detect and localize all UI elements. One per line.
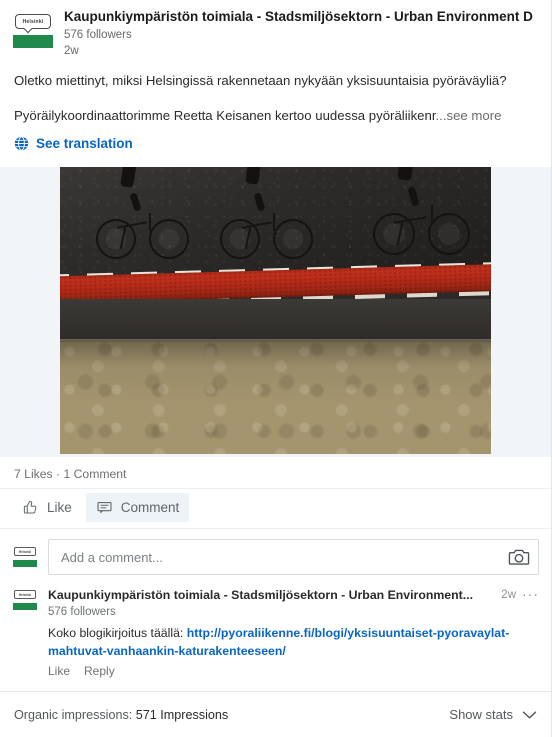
add-comment-row: Helsinki Add a comment... — [0, 529, 551, 585]
comment-text-prefix: Koko blogikirjoitus täällä: — [48, 626, 187, 640]
comment-item: Helsinki Kaupunkiympäristön toimiala - S… — [0, 585, 551, 686]
see-more-link[interactable]: ...see more — [436, 108, 502, 123]
globe-icon — [14, 136, 29, 151]
camera-icon[interactable] — [508, 547, 530, 567]
comment-input-wrapper[interactable]: Add a comment... — [48, 539, 539, 575]
comment-author-followers: 576 followers — [48, 606, 116, 618]
post-paragraph-1: Oletko miettinyt, miksi Helsingissä rake… — [14, 73, 507, 88]
cyclist-figure — [370, 167, 491, 454]
stats-footer: Organic impressions: 571 Impressions Sho… — [0, 691, 551, 737]
comment-like-button[interactable]: Like — [48, 664, 70, 678]
post-image-container — [0, 167, 551, 457]
linkedin-post-card: Helsinki Kaupunkiympäristön toimiala - S… — [0, 0, 552, 737]
post-body: Oletko miettinyt, miksi Helsingissä rake… — [0, 63, 551, 153]
show-stats-button[interactable]: Show stats — [449, 707, 537, 722]
logo-text: Helsinki — [22, 18, 44, 25]
helsinki-logo-icon: Helsinki — [12, 10, 54, 50]
post-image[interactable] — [60, 167, 491, 454]
comment-label: Comment — [120, 500, 180, 515]
comment-reply-button[interactable]: Reply — [84, 664, 115, 678]
post-header: Helsinki Kaupunkiympäristön toimiala - S… — [0, 0, 551, 63]
comment-actions: Like Reply — [48, 664, 539, 678]
comment-author[interactable]: Kaupunkiympäristön toimiala - Stadsmiljö… — [48, 587, 493, 604]
comment-input-placeholder: Add a comment... — [61, 549, 163, 565]
cyclist-figure — [86, 167, 207, 454]
see-translation-label: See translation — [36, 136, 133, 151]
post-actions: Like Comment — [0, 489, 551, 529]
chevron-down-icon — [522, 710, 537, 720]
thumbs-up-icon — [22, 499, 39, 516]
post-age: 2w — [64, 45, 79, 57]
organization-name[interactable]: Kaupunkiympäristön toimiala - Stadsmiljö… — [64, 8, 541, 26]
comment-avatar-logo-text: Helsinki — [18, 592, 32, 597]
post-paragraph-2: Pyöräilykoordinaattorimme Reetta Keisane… — [14, 106, 537, 125]
impressions-label: Organic impressions: — [14, 707, 136, 722]
post-paragraph-2-text: Pyöräilykoordinaattorimme Reetta Keisane… — [14, 108, 436, 123]
comment-button[interactable]: Comment — [85, 493, 190, 522]
follower-count: 576 followers — [64, 29, 132, 41]
cyclist-figure — [215, 167, 336, 454]
impressions-value: 571 Impressions — [135, 707, 229, 722]
comment-age: 2w — [501, 589, 516, 601]
comment-avatar: Helsinki — [12, 587, 38, 613]
like-label: Like — [47, 500, 72, 515]
social-counts[interactable]: 7 Likes · 1 Comment — [0, 457, 551, 489]
avatar-logo-text: Helsinki — [18, 549, 32, 554]
author-avatar: Helsinki — [12, 544, 38, 570]
like-button[interactable]: Like — [12, 493, 82, 522]
see-translation-button[interactable]: See translation — [14, 136, 537, 153]
organic-impressions: Organic impressions: 571 Impressions — [14, 708, 449, 722]
ellipsis-icon[interactable]: ··· — [522, 587, 539, 601]
comment-text: Koko blogikirjoitus täällä: http://pyora… — [48, 624, 539, 660]
comment-bubble-icon — [96, 499, 113, 516]
show-stats-label: Show stats — [449, 707, 513, 722]
